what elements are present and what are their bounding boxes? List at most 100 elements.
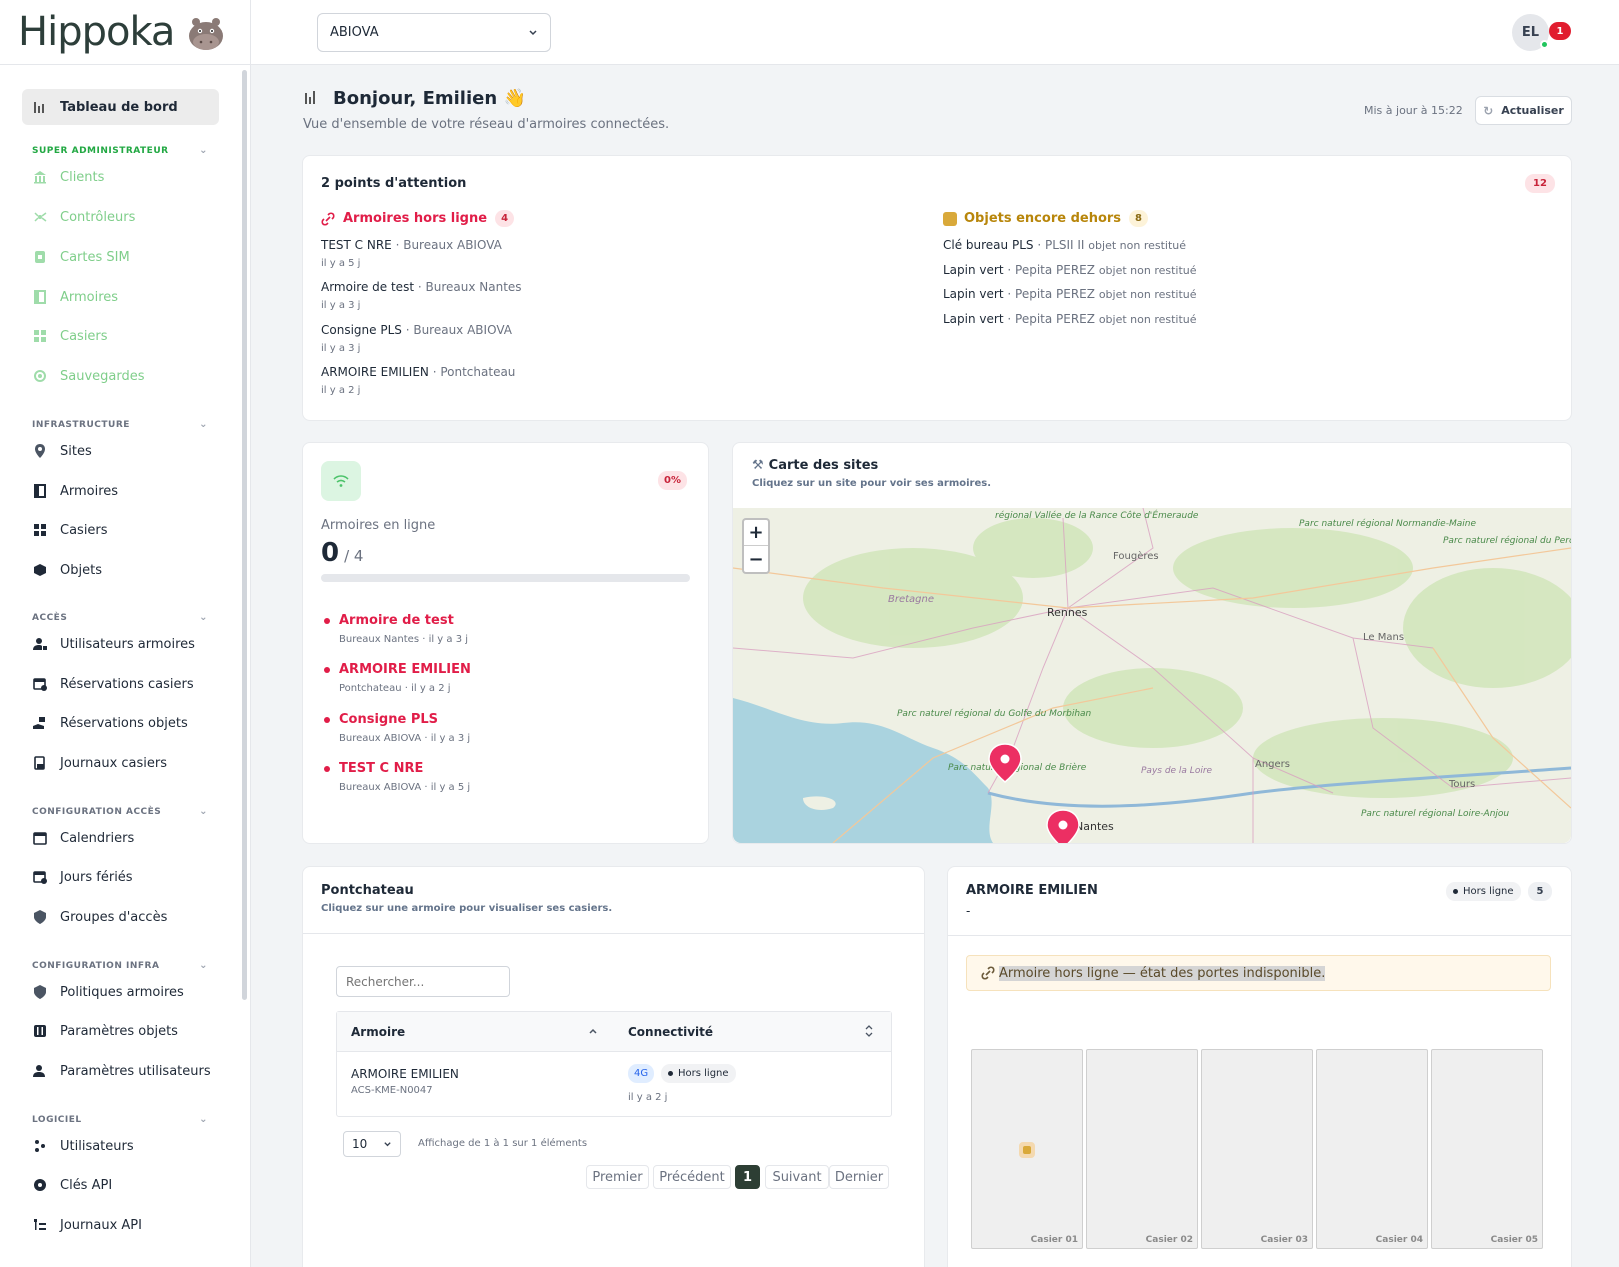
item-time: il y a 3 j: [321, 300, 361, 311]
offline-cabinet-link[interactable]: TEST C NRE: [339, 761, 423, 776]
sidebar-item-objects[interactable]: Objets: [22, 552, 219, 588]
section-access[interactable]: ACCÈS ⌄: [32, 612, 208, 623]
locker-04[interactable]: Casier 04: [1316, 1049, 1428, 1249]
sidebar-item-locker-reservations[interactable]: Réservations casiers: [22, 666, 219, 702]
item-time: il y a 3 j: [321, 343, 361, 354]
cabinet-name: ARMOIRE EMILIEN: [351, 1067, 459, 1081]
sidebar-item-api-logs[interactable]: Journaux API: [22, 1207, 219, 1243]
search-input[interactable]: [336, 966, 510, 997]
section-infrastructure[interactable]: INFRASTRUCTURE ⌄: [32, 419, 208, 430]
item-time: il y a 2 j: [321, 385, 361, 396]
item-time: il y a 5 j: [321, 258, 361, 269]
locker-01[interactable]: Casier 01: [971, 1049, 1083, 1249]
sidebar-item-cabinets[interactable]: Armoires: [22, 473, 219, 509]
cabinet-panel-title: ARMOIRE EMILIEN: [966, 883, 1098, 898]
page-1-button[interactable]: 1: [735, 1165, 760, 1189]
list-item[interactable]: Lapin vert · Pepita PEREZ objet non rest…: [943, 263, 1197, 277]
table-header: [337, 1012, 891, 1052]
list-item[interactable]: TEST C NRE · Bureaux ABIOVA: [321, 238, 502, 252]
list-item[interactable]: Consigne PLS · Bureaux ABIOVA: [321, 323, 512, 337]
sidebar-item-user-settings[interactable]: Paramètres utilisateurs: [22, 1053, 219, 1089]
client-select[interactable]: ABIOVA: [317, 13, 551, 52]
logo[interactable]: Hippoka: [0, 0, 250, 65]
sidebar-item-object-reservations[interactable]: Réservations objets: [22, 705, 219, 741]
map-tiles: Fougères Rennes Bretagne Le Mans Angers …: [733, 508, 1571, 843]
link-broken-icon: [321, 211, 335, 226]
section-super-admin[interactable]: SUPER ADMINISTRATEUR ⌄: [32, 145, 208, 156]
offline-cabinet-link[interactable]: ARMOIRE EMILIEN: [339, 662, 471, 677]
zoom-out-button[interactable]: −: [744, 546, 768, 572]
users-icon: [35, 1140, 45, 1152]
column-header-connectivity[interactable]: Connectivité: [628, 1025, 713, 1039]
logo-text: Hippoka: [18, 9, 175, 55]
sidebar-item-backups[interactable]: Sauvegardes: [22, 358, 219, 394]
online-progress-bar: [321, 574, 690, 582]
map-view[interactable]: Fougères Rennes Bretagne Le Mans Angers …: [733, 508, 1571, 843]
list-item[interactable]: Lapin vert · Pepita PEREZ objet non rest…: [943, 287, 1197, 301]
sidebar-item-object-settings[interactable]: Paramètres objets: [22, 1013, 219, 1049]
svg-text:Nantes: Nantes: [1075, 820, 1114, 833]
sidebar-item-controllers[interactable]: Contrôleurs: [22, 199, 219, 235]
locker-05[interactable]: Casier 05: [1431, 1049, 1543, 1249]
sidebar-item-holidays[interactable]: Jours fériés: [22, 859, 219, 895]
locker-03[interactable]: Casier 03: [1201, 1049, 1313, 1249]
outside-count-badge: 8: [1129, 210, 1148, 227]
wifi-icon: [321, 461, 361, 501]
sidebar-item-lockers-admin[interactable]: Casiers: [22, 318, 219, 354]
map-icon: ⚒: [752, 458, 764, 473]
sidebar-item-access-groups[interactable]: Groupes d'accès: [22, 899, 219, 935]
list-item[interactable]: Armoire de test · Bureaux Nantes: [321, 280, 522, 294]
sidebar-item-cabinet-users[interactable]: Utilisateurs armoires: [22, 626, 219, 662]
sidebar-item-dashboard[interactable]: Tableau de bord: [22, 89, 219, 125]
sort-up-icon[interactable]: [588, 1026, 598, 1036]
sidebar-item-calendars[interactable]: Calendriers: [22, 820, 219, 856]
section-software[interactable]: LOGICIEL ⌄: [32, 1114, 208, 1125]
next-page-button[interactable]: Suivant: [765, 1165, 829, 1189]
site-panel-title: Pontchateau: [321, 883, 414, 898]
refresh-icon: ↻: [1483, 103, 1494, 118]
offline-cabinets-heading: Armoires hors ligne 4: [321, 210, 515, 227]
sidebar-nav: Tableau de bord SUPER ADMINISTRATEUR ⌄ Cl…: [0, 66, 244, 1267]
zoom-in-button[interactable]: +: [744, 520, 768, 546]
first-page-button[interactable]: Premier: [586, 1165, 649, 1189]
chevron-down-icon: ⌄: [199, 145, 208, 156]
sidebar-item-sites[interactable]: Sites: [22, 433, 219, 469]
package-icon: [1019, 1142, 1035, 1158]
column-header-cabinet[interactable]: Armoire: [351, 1025, 405, 1039]
sidebar-item-cabinet-policies[interactable]: Politiques armoires: [22, 974, 219, 1010]
grid-icon: [34, 524, 46, 536]
svg-text:Rennes: Rennes: [1047, 606, 1088, 619]
previous-page-button[interactable]: Précédent: [653, 1165, 731, 1189]
sidebar-item-api-keys[interactable]: Clés API: [22, 1167, 219, 1203]
refresh-button[interactable]: ↻ Actualiser: [1475, 96, 1572, 125]
sort-icon[interactable]: [864, 1024, 874, 1038]
list-item[interactable]: ARMOIRE EMILIEN · Pontchateau: [321, 365, 515, 379]
offline-cabinet-meta: Pontchateau · il y a 2 j: [339, 683, 451, 694]
sidebar-item-lockers[interactable]: Casiers: [22, 512, 219, 548]
section-infra-config[interactable]: CONFIGURATION INFRA ⌄: [32, 960, 208, 971]
list-item[interactable]: Clé bureau PLS · PLSII II objet non rest…: [943, 238, 1186, 252]
sidebar-item-users[interactable]: Utilisateurs: [22, 1128, 219, 1164]
locker-02[interactable]: Casier 02: [1086, 1049, 1198, 1249]
online-percent-badge: 0%: [658, 471, 687, 490]
sidebar-item-clients[interactable]: Clients: [22, 159, 219, 195]
online-count: 0 / 4: [321, 538, 364, 568]
svg-text:Angers: Angers: [1255, 759, 1290, 770]
notification-badge[interactable]: 1: [1549, 22, 1571, 40]
sidebar-item-locker-logs[interactable]: Journaux casiers: [22, 745, 219, 781]
list-item[interactable]: Lapin vert · Pepita PEREZ objet non rest…: [943, 312, 1197, 326]
offline-cabinet-link[interactable]: Consigne PLS: [339, 712, 438, 727]
svg-text:Parc naturel régional Normandi: Parc naturel régional Normandie-Maine: [1299, 518, 1476, 529]
status-dot: [1453, 889, 1458, 894]
offline-cabinet-meta: Bureaux ABIOVA · il y a 5 j: [339, 782, 471, 793]
page-size-select[interactable]: 10: [343, 1131, 401, 1157]
sidebar-item-sim-cards[interactable]: Cartes SIM: [22, 239, 219, 275]
policy-icon: [34, 985, 46, 999]
last-page-button[interactable]: Dernier: [829, 1165, 889, 1189]
online-status-dot: [1540, 40, 1549, 49]
map-subtitle: Cliquez sur un site pour voir ses armoir…: [752, 478, 992, 489]
offline-cabinet-link[interactable]: Armoire de test: [339, 613, 454, 628]
svg-text:Parc naturel régional Loire-An: Parc naturel régional Loire-Anjou: [1361, 808, 1509, 819]
section-access-config[interactable]: CONFIGURATION ACCÈS ⌄: [32, 806, 208, 817]
sidebar-item-cabinets-admin[interactable]: Armoires: [22, 279, 219, 315]
